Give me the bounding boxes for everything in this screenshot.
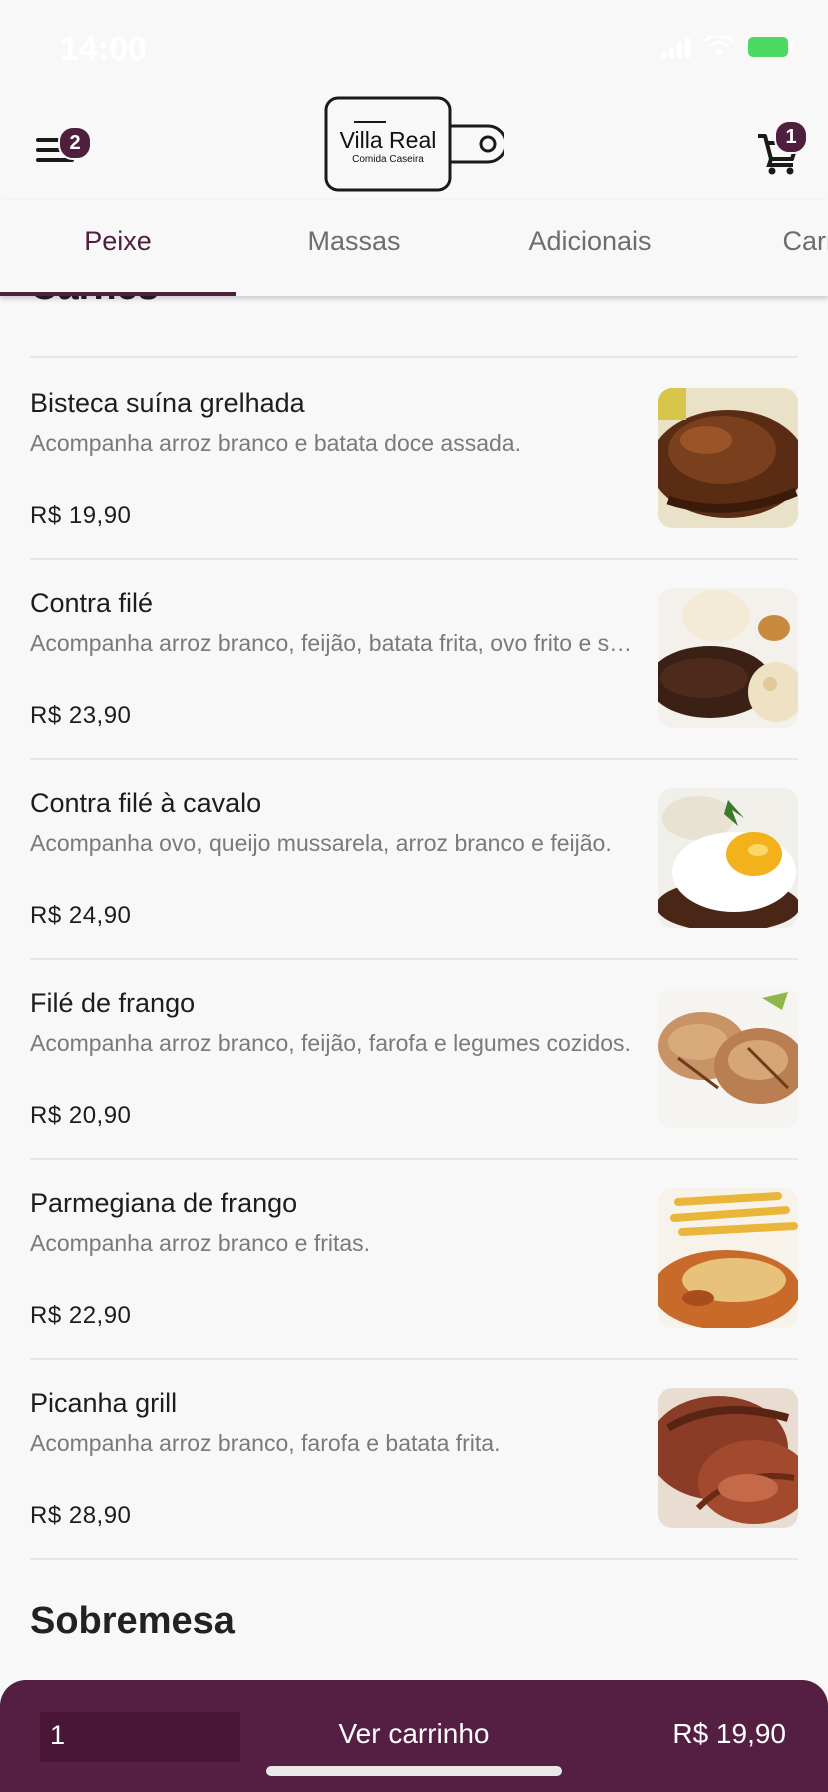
logo-subtitle: Comida Caseira <box>352 154 424 165</box>
status-time: 14:00 <box>60 30 147 68</box>
item-description: Acompanha arroz branco, feijão, farofa e… <box>30 1030 631 1056</box>
tab-adicionais[interactable]: Adicionais <box>472 226 708 257</box>
item-name: Parmegiana de frango <box>30 1188 298 1218</box>
divider <box>30 1558 798 1560</box>
menu-item[interactable]: Contra filé Acompanha arroz branco, feij… <box>0 558 828 758</box>
menu-item[interactable]: Parmegiana de frango Acompanha arroz bra… <box>0 1158 828 1358</box>
item-name: Bisteca suína grelhada <box>30 388 305 418</box>
item-photo-parmegiana <box>658 1188 798 1328</box>
menu-item[interactable]: Bisteca suína grelhada Acompanha arroz b… <box>0 358 828 558</box>
menu-item[interactable]: Picanha grill Acompanha arroz branco, fa… <box>0 1358 828 1558</box>
item-photo-contra-file-cavalo <box>658 788 798 928</box>
item-name: Contra filé <box>30 588 154 618</box>
item-name: Filé de frango <box>30 988 196 1018</box>
menu-item[interactable]: Filé de frango Acompanha arroz branco, f… <box>0 958 828 1158</box>
home-indicator <box>266 1766 562 1776</box>
item-price: R$ 19,90 <box>30 502 132 529</box>
tab-massas[interactable]: Massas <box>236 226 472 257</box>
tab-carnes[interactable]: Carnes <box>708 226 828 257</box>
section-title-sobremesa: Sobremesa <box>30 1600 235 1642</box>
item-photo-contra-file <box>658 588 798 728</box>
item-price: R$ 22,90 <box>30 1302 132 1329</box>
item-price: R$ 23,90 <box>30 702 132 729</box>
category-tabs: Peixe Massas Adicionais Carnes <box>0 200 828 296</box>
item-price: R$ 24,90 <box>30 902 132 929</box>
battery-icon <box>748 37 793 57</box>
section-title-carnes: Carnes <box>30 296 159 309</box>
status-bar: 14:00 <box>0 0 828 96</box>
item-price: R$ 20,90 <box>30 1102 132 1129</box>
item-photo-file-frango <box>658 988 798 1128</box>
villa-real-logo: Villa Real Comida Caseira <box>324 96 504 192</box>
item-description: Acompanha arroz branco, farofa e batata … <box>30 1430 501 1456</box>
item-photo-bisteca <box>658 388 798 528</box>
menu-button[interactable]: 2 <box>34 126 92 176</box>
tab-peixe[interactable]: Peixe <box>0 226 236 257</box>
item-description: Acompanha arroz branco, feijão, batata f… <box>30 630 636 656</box>
cart-badge: 1 <box>774 120 808 154</box>
menu-content[interactable]: Carnes Bisteca suína grelhada Acompanha … <box>0 296 828 1792</box>
item-name: Contra filé à cavalo <box>30 788 262 818</box>
item-photo-picanha <box>658 1388 798 1528</box>
app-header: 2 Villa Real Comida Caseira 1 <box>0 96 828 200</box>
cart-total: R$ 19,90 <box>672 1718 786 1749</box>
menu-badge: 2 <box>58 126 92 160</box>
item-description: Acompanha ovo, queijo mussarela, arroz b… <box>30 830 612 856</box>
wifi-icon <box>704 36 734 56</box>
logo-title: Villa Real <box>340 127 437 153</box>
tab-indicator <box>0 292 236 296</box>
status-icons <box>661 36 793 58</box>
menu-item[interactable]: Contra filé à cavalo Acompanha ovo, quei… <box>0 758 828 958</box>
item-price: R$ 28,90 <box>30 1502 132 1529</box>
signal-icon <box>661 36 690 58</box>
item-name: Picanha grill <box>30 1388 178 1418</box>
item-description: Acompanha arroz branco e fritas. <box>30 1230 371 1256</box>
cart-button[interactable]: 1 <box>756 120 812 178</box>
item-description: Acompanha arroz branco e batata doce ass… <box>30 430 521 456</box>
